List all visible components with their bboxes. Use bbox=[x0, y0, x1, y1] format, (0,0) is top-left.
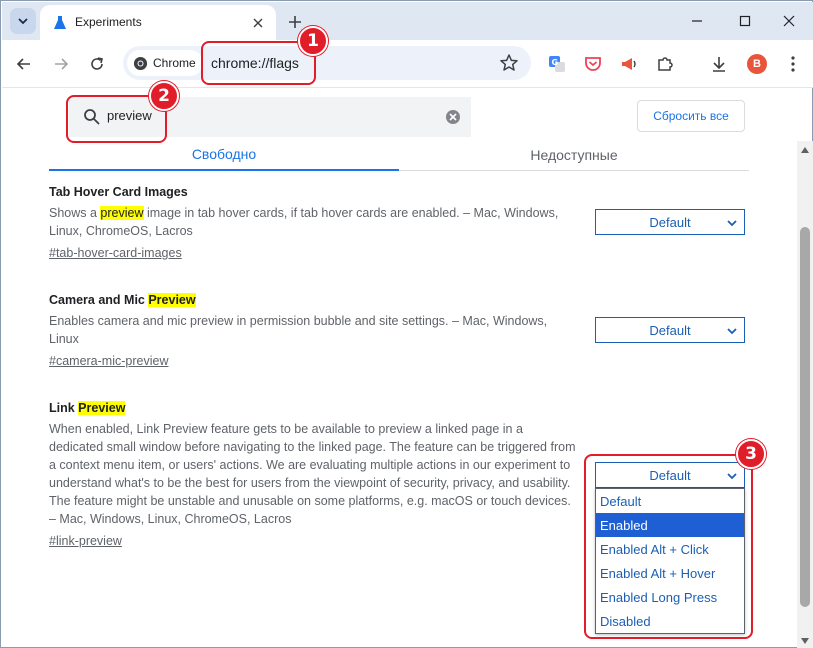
select-value: Default bbox=[649, 214, 691, 230]
star-icon[interactable] bbox=[499, 53, 519, 73]
plus-icon bbox=[289, 16, 301, 28]
translate-icon: G bbox=[549, 56, 565, 72]
tab-close-button[interactable] bbox=[250, 15, 266, 31]
experiment-title-text: Tab Hover Card Images bbox=[49, 185, 188, 199]
select-value: Default bbox=[649, 322, 691, 338]
experiment-title-text: Link bbox=[49, 401, 79, 415]
flask-icon bbox=[54, 16, 66, 29]
chevron-down-icon bbox=[727, 220, 737, 227]
chrome-logo-icon bbox=[133, 56, 148, 70]
extensions-button[interactable] bbox=[654, 53, 676, 75]
experiment-title-text: Camera and Mic bbox=[49, 293, 149, 307]
back-icon bbox=[16, 58, 30, 70]
back-button[interactable] bbox=[12, 52, 36, 76]
window-close-button[interactable] bbox=[774, 10, 804, 32]
translate-extension[interactable]: G bbox=[546, 53, 568, 75]
address-bar[interactable]: Chrome chrome://flags bbox=[123, 46, 531, 80]
clear-icon[interactable] bbox=[445, 109, 461, 125]
search-highlight: Preview bbox=[148, 293, 196, 307]
experiment-select[interactable]: Default bbox=[595, 209, 745, 235]
experiment-title: Link Preview bbox=[49, 399, 579, 417]
reload-icon bbox=[91, 57, 103, 70]
chip-label: Chrome bbox=[153, 56, 196, 70]
megaphone-extension[interactable] bbox=[618, 53, 640, 75]
annotation-badge-1: 1 bbox=[298, 26, 328, 56]
annotation-box-dropdown bbox=[584, 454, 753, 639]
scroll-up-icon[interactable] bbox=[801, 147, 809, 153]
reload-button[interactable] bbox=[85, 52, 109, 76]
tab-search-icon bbox=[18, 18, 28, 25]
forward-button[interactable] bbox=[49, 52, 73, 76]
tab-available[interactable]: Свободно bbox=[49, 139, 399, 171]
megaphone-icon bbox=[622, 58, 636, 70]
scrollbar[interactable] bbox=[797, 141, 813, 648]
search-highlight: preview bbox=[100, 206, 144, 220]
new-tab-button[interactable] bbox=[286, 13, 304, 31]
chevron-down-icon bbox=[727, 328, 737, 335]
scrollbar-thumb[interactable] bbox=[800, 227, 810, 607]
minimize-button[interactable] bbox=[682, 10, 712, 32]
minimize-icon bbox=[692, 20, 702, 22]
annotation-badge-2: 2 bbox=[149, 81, 179, 111]
pocket-extension[interactable] bbox=[582, 53, 604, 75]
tab-search-button[interactable] bbox=[10, 8, 36, 34]
experiment-link[interactable]: #tab-hover-card-images bbox=[49, 244, 182, 262]
toolbar: Chrome chrome://flags G B bbox=[2, 40, 813, 88]
experiment-camera-mic-preview: Camera and Mic Preview Enables camera an… bbox=[49, 291, 579, 370]
tab-experiments[interactable]: Experiments bbox=[40, 5, 276, 40]
search-highlight: Preview bbox=[78, 401, 126, 415]
browser-window: Experiments Chrome chrome://flags G B pr… bbox=[0, 0, 813, 648]
experiment-description: Shows a preview image in tab hover cards… bbox=[49, 204, 579, 240]
scroll-down-icon[interactable] bbox=[801, 638, 809, 644]
svg-text:G: G bbox=[552, 58, 559, 67]
description-text: Shows a bbox=[49, 206, 101, 220]
pocket-icon bbox=[585, 57, 601, 71]
tab-title: Experiments bbox=[75, 15, 142, 29]
maximize-icon bbox=[739, 15, 751, 27]
downloads-button[interactable] bbox=[708, 53, 730, 75]
close-icon bbox=[783, 15, 795, 27]
profile-avatar[interactable]: B bbox=[747, 54, 767, 74]
experiment-title: Tab Hover Card Images bbox=[49, 183, 579, 201]
kebab-menu-icon bbox=[791, 56, 795, 72]
annotation-badge-3: 3 bbox=[736, 439, 766, 469]
close-icon bbox=[253, 18, 263, 28]
experiment-link-preview: Link Preview When enabled, Link Preview … bbox=[49, 399, 579, 550]
experiment-description: Enables camera and mic preview in permis… bbox=[49, 314, 548, 346]
maximize-button[interactable] bbox=[730, 10, 760, 32]
experiment-link[interactable]: #camera-mic-preview bbox=[49, 352, 168, 370]
site-info-chip[interactable]: Chrome bbox=[127, 50, 203, 76]
experiment-description: When enabled, Link Preview feature gets … bbox=[49, 422, 576, 526]
experiment-title: Camera and Mic Preview bbox=[49, 291, 579, 309]
experiment-link[interactable]: #link-preview bbox=[49, 532, 122, 550]
download-icon bbox=[713, 57, 725, 72]
experiment-tab-hover-card-images: Tab Hover Card Images Shows a preview im… bbox=[49, 183, 579, 262]
menu-button[interactable] bbox=[782, 53, 804, 75]
tab-unavailable[interactable]: Недоступные bbox=[399, 139, 749, 171]
tab-strip: Experiments bbox=[2, 2, 813, 40]
experiment-select[interactable]: Default bbox=[595, 317, 745, 343]
puzzle-icon bbox=[658, 57, 673, 71]
reset-all-button[interactable]: Сбросить все bbox=[637, 100, 745, 132]
forward-icon bbox=[55, 58, 69, 70]
